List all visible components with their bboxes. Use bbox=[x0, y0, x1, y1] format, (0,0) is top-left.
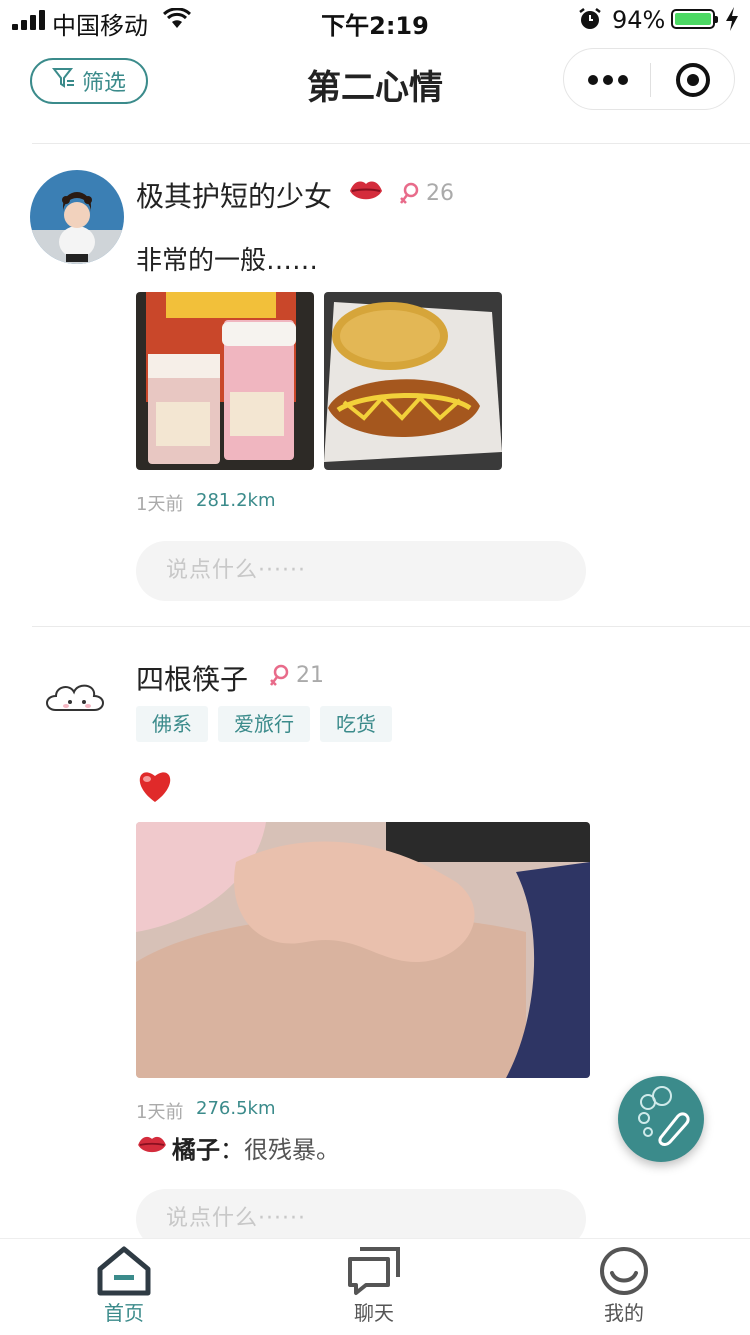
female-icon bbox=[398, 181, 420, 213]
chat-icon bbox=[348, 1247, 400, 1295]
avatar[interactable] bbox=[30, 650, 124, 744]
user-age: 26 bbox=[426, 181, 454, 206]
post-username[interactable]: 四根筷子 bbox=[136, 658, 248, 698]
battery-percent: 94% bbox=[612, 6, 666, 34]
comment-row: 橘子 ： 很残暴。 bbox=[136, 1130, 340, 1165]
post-time: 1天前 bbox=[136, 494, 184, 515]
comment-text: 很残暴。 bbox=[244, 1136, 340, 1164]
tab-chat[interactable]: 聊天 bbox=[304, 1239, 444, 1335]
post-username[interactable]: 极其护短的少女 bbox=[136, 175, 332, 215]
tab-me[interactable]: 我的 bbox=[554, 1239, 694, 1335]
user-tag: 吃货 bbox=[320, 706, 392, 742]
post-distance: 276.5km bbox=[196, 1098, 276, 1119]
tab-label: 聊天 bbox=[354, 1301, 394, 1325]
tab-label: 我的 bbox=[604, 1301, 644, 1325]
close-target-icon[interactable] bbox=[676, 63, 710, 97]
user-tag: 爱旅行 bbox=[218, 706, 310, 742]
tab-bar: 首页 聊天 我的 bbox=[0, 1238, 750, 1335]
more-icon[interactable] bbox=[588, 71, 628, 89]
female-icon bbox=[268, 663, 290, 695]
post-text: 非常的一般…… bbox=[136, 246, 319, 276]
charging-bolt-icon bbox=[725, 6, 739, 38]
smile-icon bbox=[600, 1247, 648, 1295]
home-icon bbox=[97, 1246, 151, 1296]
comment-separator: ： bbox=[220, 1136, 244, 1164]
status-bar: 中国移动 下午2:19 94% bbox=[0, 0, 750, 40]
post-image[interactable] bbox=[136, 292, 314, 470]
lips-icon bbox=[136, 1132, 168, 1164]
battery-icon bbox=[671, 9, 718, 29]
bubbles-icon bbox=[638, 1086, 690, 1146]
tab-label: 首页 bbox=[104, 1301, 144, 1325]
post-image[interactable] bbox=[324, 292, 502, 470]
tab-home[interactable]: 首页 bbox=[54, 1239, 194, 1335]
divider bbox=[32, 626, 750, 627]
post-time: 1天前 bbox=[136, 1102, 184, 1123]
lips-icon bbox=[348, 176, 384, 210]
compose-bubble-button[interactable] bbox=[618, 1076, 704, 1162]
avatar[interactable] bbox=[30, 170, 124, 264]
post-image[interactable] bbox=[136, 822, 590, 1078]
comment-input[interactable]: 说点什么······ bbox=[136, 541, 586, 601]
user-tag: 佛系 bbox=[136, 706, 208, 742]
post-distance: 281.2km bbox=[196, 490, 276, 511]
miniprogram-capsule bbox=[563, 48, 735, 110]
alarm-icon bbox=[578, 7, 602, 37]
comment-author[interactable]: 橘子 bbox=[172, 1130, 220, 1165]
user-age: 21 bbox=[296, 663, 324, 688]
divider bbox=[32, 143, 750, 144]
